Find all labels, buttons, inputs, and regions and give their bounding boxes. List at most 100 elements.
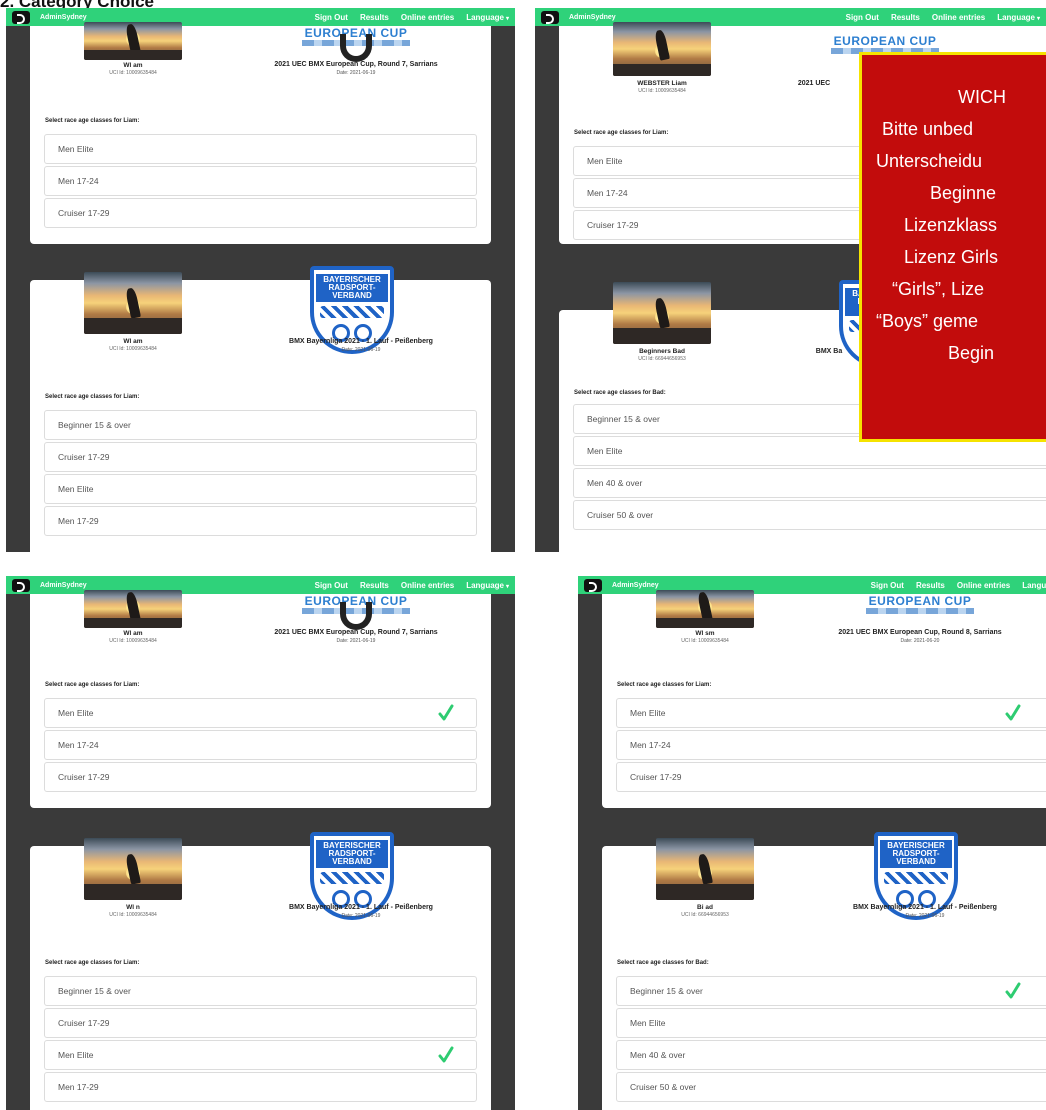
class-option-beginner-15-over[interactable]: Beginner 15 & over — [616, 976, 1046, 1006]
class-option-cruiser-17-29[interactable]: Cruiser 17-29 — [616, 762, 1046, 792]
event-title: 2021 UEC BMX European Cup, Round 7, Sarr… — [274, 629, 438, 636]
rider-name: Wl am — [123, 62, 143, 69]
warning-line: Begin — [948, 343, 995, 363]
language-label: Language — [466, 12, 504, 22]
warning-line: Lizenzklass — [904, 215, 998, 235]
class-option-men-elite[interactable]: Men Elite — [616, 1008, 1046, 1038]
class-option-men-elite[interactable]: Men Elite — [44, 134, 477, 164]
select-classes-label: Select race age classes for Bad: — [617, 960, 709, 966]
event-date: Date: 2021-06-19 — [341, 913, 381, 919]
class-option-men-17-24[interactable]: Men 17-24 — [44, 730, 477, 760]
navbar: AdminSydney Sign Out Results Online entr… — [6, 576, 515, 594]
event-date: Date: 2021-06-19 — [336, 70, 376, 76]
event-date: Date: 2021-06-19 — [341, 347, 381, 353]
warning-line: Lizenz Girls — [904, 247, 999, 267]
language-label: Language — [997, 12, 1035, 22]
warning-line: WICH — [958, 87, 1006, 107]
language-label: Language — [1022, 580, 1046, 590]
event-title: 2021 UEC — [797, 80, 831, 87]
class-option-cruiser-17-29[interactable]: Cruiser 17-29 — [44, 198, 477, 228]
logo-line-3: VERBAND — [332, 291, 372, 300]
select-classes-label: Select race age classes for Liam: — [45, 394, 140, 400]
class-option-men-17-24[interactable]: Men 17-24 — [616, 730, 1046, 760]
class-option-men-40-over[interactable]: Men 40 & over — [573, 468, 1046, 498]
rider-name: Beginners Bad — [639, 348, 685, 355]
chevron-down-icon: ▾ — [1036, 15, 1040, 22]
logo-line-3: VERBAND — [332, 857, 372, 866]
event-title: BMX Ba — [815, 348, 843, 355]
class-option-men-elite[interactable]: Men Elite — [44, 474, 477, 504]
checkmark-icon — [438, 704, 454, 721]
event-title: BMX Bayernliga 2021 - 1. Lauf - Peißenbe… — [289, 338, 433, 345]
class-option-men-elite[interactable]: Men Elite — [616, 698, 1046, 728]
screenshot-panel-3: AdminSydney Sign Out Results Online entr… — [6, 576, 515, 1110]
chevron-down-icon: ▾ — [505, 15, 509, 22]
event-card: Wl am UCI Id: 10009635484 EUROPEAN CUP 2… — [30, 590, 491, 808]
screenshot-panel-1: AdminSydney Sign Out Results Online entr… — [6, 8, 515, 552]
class-option-men-17-24[interactable]: Men 17-24 — [44, 166, 477, 196]
event-card: Wl n UCI Id: 10009635484 BAYERISCHER RADS… — [30, 832, 491, 1110]
warning-line: “Boys” geme — [876, 311, 979, 331]
select-classes-label: Select race age classes for Liam: — [45, 682, 140, 688]
rider-photo — [613, 22, 711, 76]
rider-name: Wl n — [126, 904, 140, 911]
warning-popup: WICH Bitte unbed Unterscheidu Beginne Li… — [859, 52, 1046, 442]
language-dropdown[interactable]: Language ▾ — [466, 13, 509, 22]
rider-name: Wl am — [123, 630, 143, 637]
brand-name[interactable]: AdminSydney — [569, 14, 616, 21]
rider-uci-id: UCI Id: 10009635484 — [681, 638, 729, 644]
rider-photo — [656, 838, 754, 900]
class-option-men-elite[interactable]: Men Elite — [44, 698, 477, 728]
rider-photo — [84, 272, 182, 334]
warning-line: Unterscheidu — [876, 151, 983, 171]
class-option-cruiser-17-29[interactable]: Cruiser 17-29 — [44, 762, 477, 792]
event-card: Bi ad UCI Id: 66944656953 BAYERISCHER RAD… — [602, 832, 1046, 1110]
rider-photo — [84, 22, 182, 60]
brand-logo-icon[interactable] — [12, 10, 30, 24]
class-option-cruiser-50-over[interactable]: Cruiser 50 & over — [616, 1072, 1046, 1102]
rider-uci-id: UCI Id: 10009635484 — [109, 70, 157, 76]
warning-line: Bitte unbed — [882, 119, 974, 139]
class-option-cruiser-17-29[interactable]: Cruiser 17-29 — [44, 442, 477, 472]
class-option-beginner-15-over[interactable]: Beginner 15 & over — [44, 410, 477, 440]
warning-line: Beginne — [930, 183, 997, 203]
class-option-men-elite[interactable]: Men Elite — [44, 1040, 477, 1070]
rider-uci-id: UCI Id: 10009635484 — [109, 912, 157, 918]
rider-uci-id: UCI Id: 66944656953 — [681, 912, 729, 918]
class-option-cruiser-17-29[interactable]: Cruiser 17-29 — [44, 1008, 477, 1038]
screenshot-panel-4: AdminSydney Sign Out Results Online entr… — [578, 576, 1046, 1110]
warning-line: “Girls”, Lize — [892, 279, 985, 299]
event-card: Wl am UCI Id: 10009635484 EUROPEAN CUP 2… — [30, 22, 491, 244]
brand-name[interactable]: AdminSydney — [40, 14, 87, 21]
european-cup-logo-text: EUROPEAN CUP — [833, 34, 937, 48]
event-card: Wl sm UCI Id: 10009635484 EUROPEAN CUP 2… — [602, 590, 1046, 808]
brand-logo-icon[interactable] — [12, 578, 30, 592]
brand-logo-icon[interactable] — [584, 578, 602, 592]
event-title: 2021 UEC BMX European Cup, Round 7, Sarr… — [274, 61, 438, 68]
checkmark-icon — [438, 1046, 454, 1063]
event-title: 2021 UEC BMX European Cup, Round 8, Sarr… — [838, 629, 1002, 636]
event-title: BMX Bayernliga 2021 - 1. Lauf - Peißenbe… — [289, 904, 433, 911]
language-dropdown[interactable]: Language — [1022, 581, 1046, 590]
rider-uci-id: UCI Id: 10009635484 — [109, 346, 157, 352]
rider-name: Wl am — [123, 338, 143, 345]
class-option-beginner-15-over[interactable]: Beginner 15 & over — [44, 976, 477, 1006]
navbar: AdminSydney Sign Out Results Online entr… — [535, 8, 1046, 26]
rider-name: Bi ad — [697, 904, 713, 911]
brand-name[interactable]: AdminSydney — [612, 582, 659, 589]
brand-name[interactable]: AdminSydney — [40, 582, 87, 589]
class-option-men-17-29[interactable]: Men 17-29 — [44, 1072, 477, 1102]
class-option-men-40-over[interactable]: Men 40 & over — [616, 1040, 1046, 1070]
logo-line-3: VERBAND — [896, 857, 936, 866]
class-option-men-17-29[interactable]: Men 17-29 — [44, 506, 477, 536]
european-cup-logo-text: EUROPEAN CUP — [868, 594, 972, 608]
select-classes-label: Select race age classes for Liam: — [45, 960, 140, 966]
brand-logo-icon[interactable] — [541, 10, 559, 24]
screenshot-panel-2: AdminSydney Sign Out Results Online entr… — [535, 8, 1046, 552]
language-dropdown[interactable]: Language ▾ — [997, 13, 1040, 22]
select-classes-label: Select race age classes for Liam: — [45, 118, 140, 124]
class-option-cruiser-50-over[interactable]: Cruiser 50 & over — [573, 500, 1046, 530]
event-card: Wl am UCI Id: 10009635484 BAYERISCHER RAD… — [30, 266, 491, 552]
chevron-down-icon: ▾ — [505, 583, 509, 590]
language-dropdown[interactable]: Language ▾ — [466, 581, 509, 590]
